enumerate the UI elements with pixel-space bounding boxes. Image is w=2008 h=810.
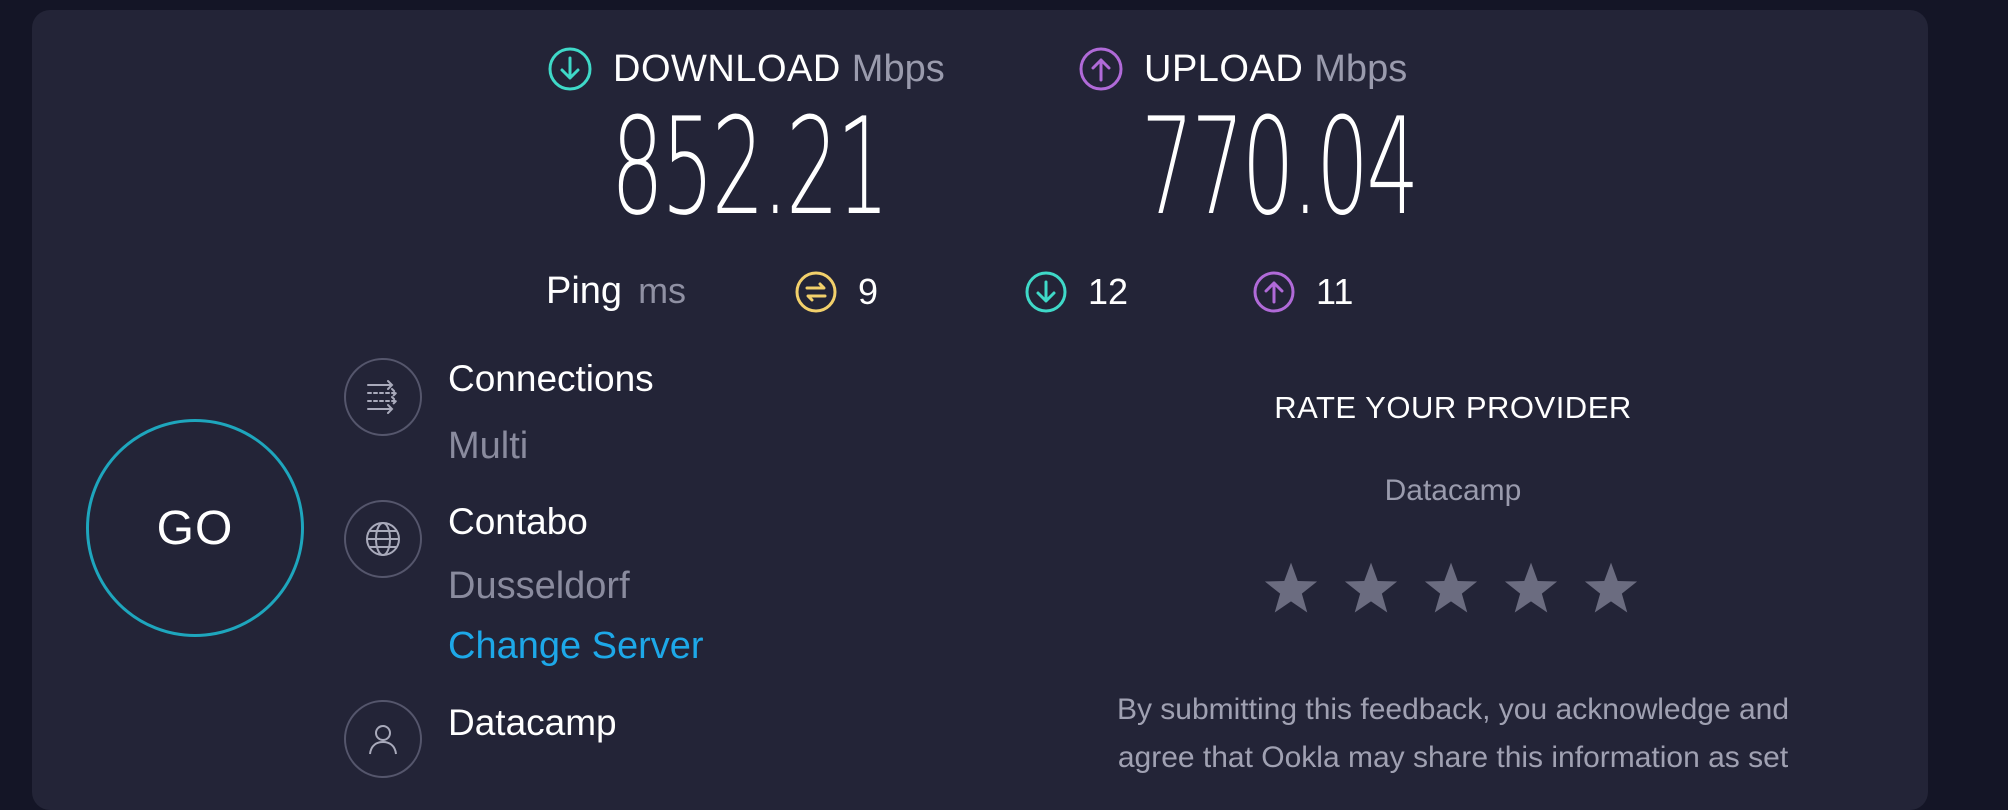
ping-unit: ms: [638, 270, 687, 311]
disclaimer-line-1: By submitting this feedback, you acknowl…: [1116, 693, 1790, 726]
download-header: DOWNLOAD Mbps: [547, 46, 945, 92]
connections-title: Connections: [448, 358, 654, 399]
arrow-down-circle-icon: [548, 47, 592, 91]
star-rating: [1260, 558, 1642, 620]
star-3-icon[interactable]: [1420, 558, 1482, 620]
arrow-up-circle-icon: [1253, 271, 1295, 313]
upload-value: 770.04: [1141, 89, 1419, 245]
disclaimer-line-2: agree that Ookla may share this informat…: [1117, 741, 1789, 774]
ping-idle-value: 9: [858, 271, 879, 312]
globe-icon: [344, 500, 422, 578]
ping-label: Ping: [546, 270, 623, 312]
rate-provider-name: Datacamp: [1384, 474, 1522, 507]
go-button[interactable]: GO: [86, 419, 304, 637]
ping-idle: 9: [794, 270, 878, 314]
change-server-link[interactable]: Change Server: [448, 625, 704, 668]
feedback-disclaimer: By submitting this feedback, you acknowl…: [1043, 686, 1863, 782]
star-5-icon[interactable]: [1580, 558, 1642, 620]
upload-header: UPLOAD Mbps: [1078, 46, 1407, 92]
download-unit: Mbps: [851, 47, 945, 90]
download-label: DOWNLOAD: [613, 47, 841, 90]
arrow-down-circle-icon: [1025, 271, 1067, 313]
ping-header: Ping ms: [546, 270, 686, 313]
rate-provider-title: RATE YOUR PROVIDER: [1274, 390, 1632, 425]
server-location: Dusseldorf: [448, 565, 630, 607]
ping-download: 12: [1024, 270, 1128, 314]
download-value: 852.21: [611, 89, 889, 245]
provider-name: Datacamp: [448, 702, 617, 743]
user-icon: [344, 700, 422, 778]
server-name: Contabo: [448, 501, 588, 542]
connections-mode[interactable]: Multi: [448, 425, 528, 468]
star-2-icon[interactable]: [1340, 558, 1402, 620]
arrow-up-circle-icon: [1079, 47, 1123, 91]
ping-download-value: 12: [1088, 271, 1129, 312]
idle-latency-icon: [795, 271, 837, 313]
upload-label: UPLOAD: [1144, 47, 1304, 90]
connections-icon: [344, 358, 422, 436]
star-4-icon[interactable]: [1500, 558, 1562, 620]
star-1-icon[interactable]: [1260, 558, 1322, 620]
ping-upload-value: 11: [1316, 271, 1354, 312]
ping-upload: 11: [1252, 270, 1353, 314]
upload-unit: Mbps: [1314, 47, 1408, 90]
